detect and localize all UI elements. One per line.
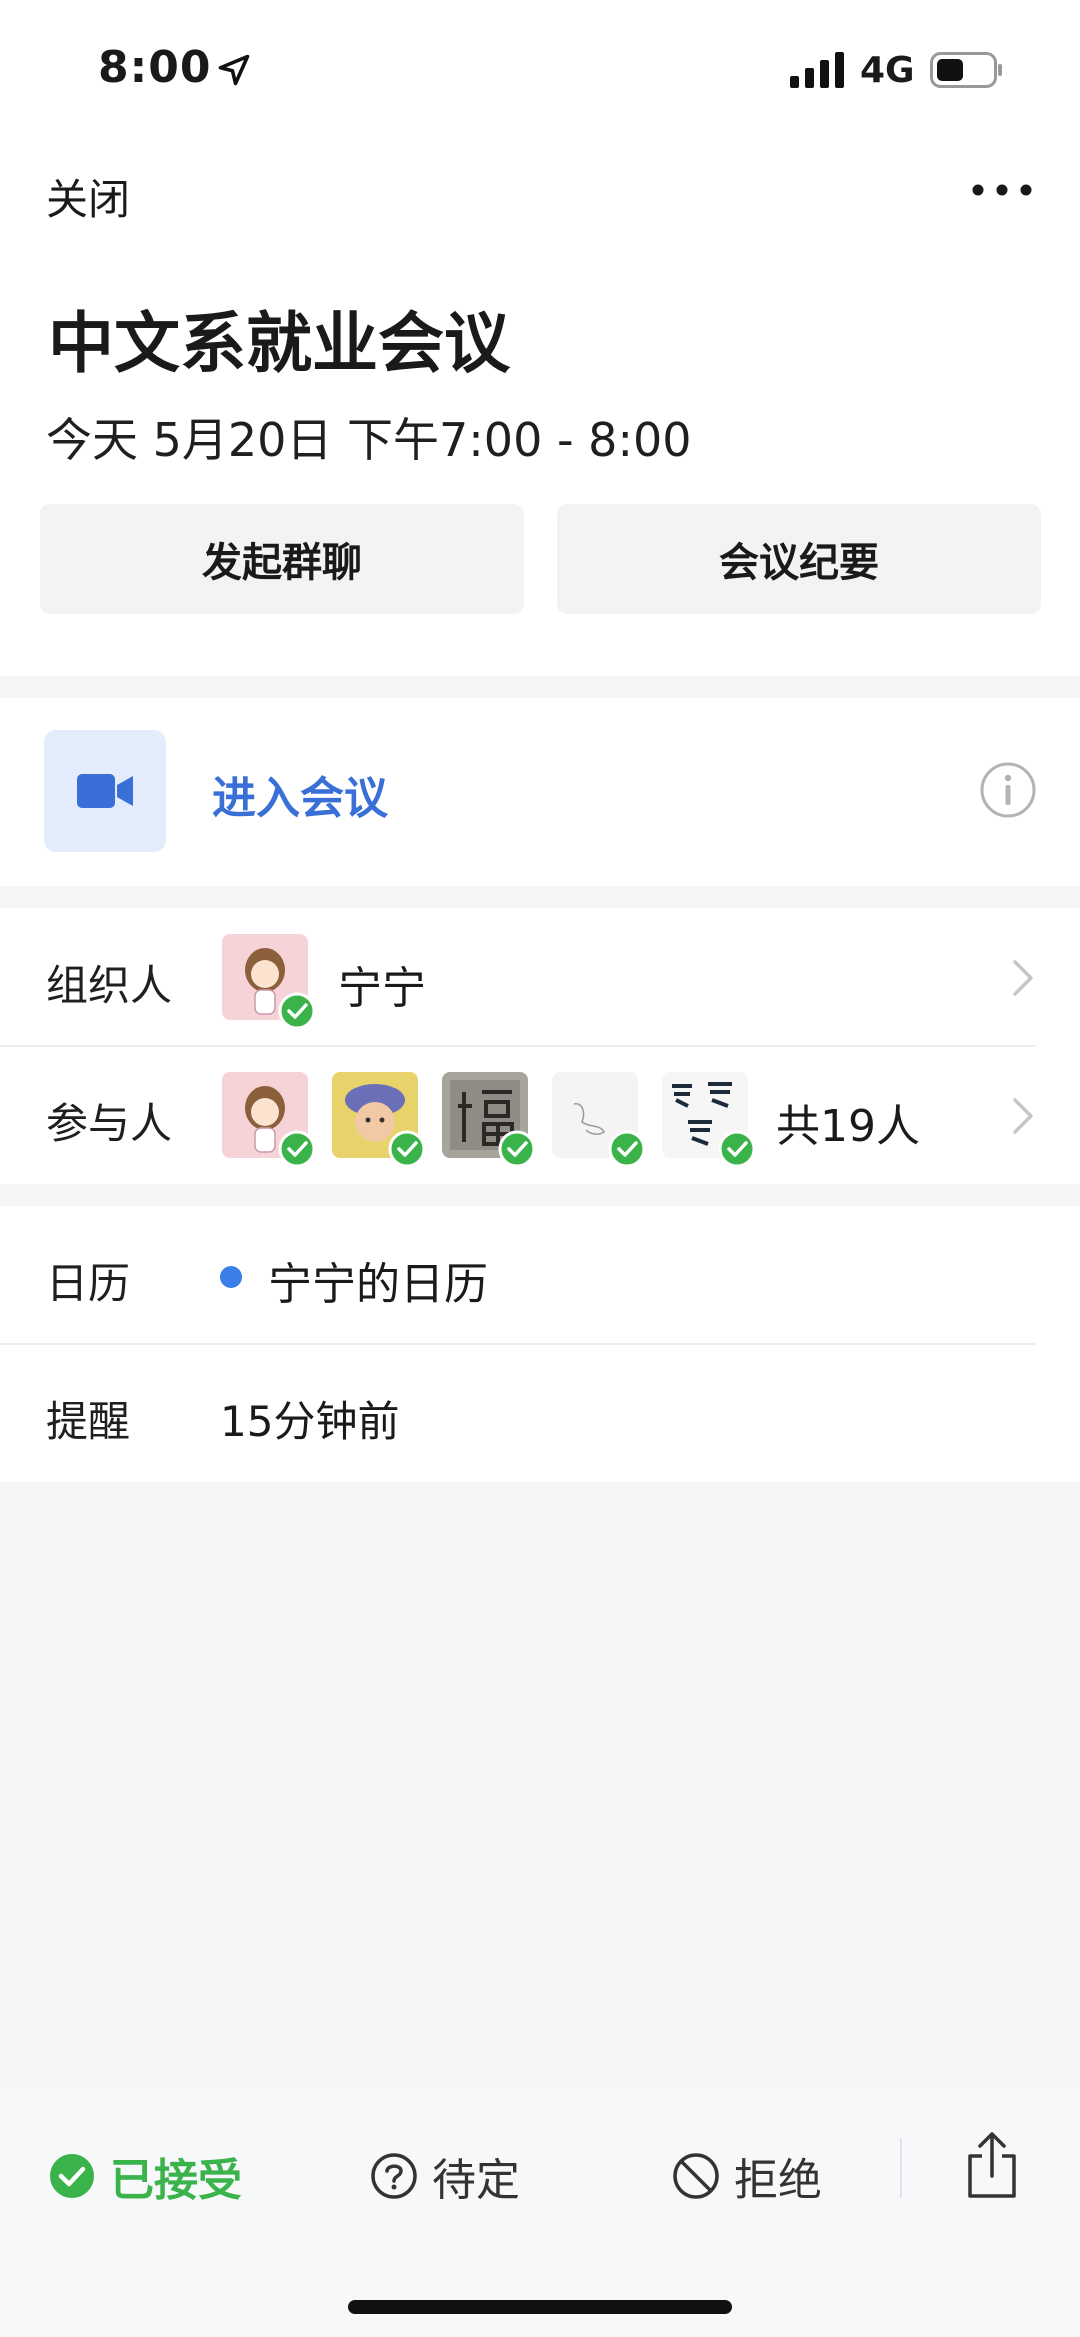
status-bar: 8:00 4G [0, 0, 1080, 130]
join-meeting-label: 进入会议 [212, 773, 388, 824]
prohibit-icon [673, 2153, 719, 2199]
meeting-title: 中文系就业会议 [48, 305, 510, 382]
calendar-value: 宁宁的日历 [268, 1259, 488, 1310]
tentative-label: 待定 [432, 2155, 520, 2206]
video-camera-icon [77, 774, 133, 808]
join-meeting-row[interactable]: 进入会议 [0, 698, 1080, 886]
check-circle-icon [50, 2154, 94, 2198]
divider [900, 2138, 902, 2198]
location-arrow-icon [218, 54, 250, 86]
reminder-row[interactable]: 提醒 15分钟前 [0, 1344, 1080, 1482]
avatar [222, 934, 316, 1030]
avatar [552, 1072, 646, 1168]
calendar-color-dot [220, 1266, 242, 1288]
attendee-count: 共19人 [776, 1101, 920, 1152]
accepted-check-icon [608, 1130, 646, 1168]
network-type: 4G [860, 50, 915, 91]
status-time: 8:00 [98, 42, 212, 93]
calendar-row[interactable]: 日历 宁宁的日历 [0, 1206, 1080, 1344]
signal-icon [790, 52, 844, 88]
rsvp-bar: 已接受 待定 拒绝 [0, 2090, 1080, 2337]
accepted-check-icon [498, 1130, 536, 1168]
chevron-right-icon [1013, 1098, 1033, 1134]
decline-button[interactable]: 拒绝 [672, 2144, 822, 2208]
organizer-row[interactable]: 组织人 宁宁 [0, 908, 1080, 1046]
more-options-icon[interactable] [970, 170, 1034, 210]
tentative-button[interactable]: 待定 [370, 2144, 520, 2208]
calendar-label: 日历 [46, 1259, 131, 1308]
meeting-minutes-button[interactable]: 会议纪要 [557, 504, 1041, 614]
organizer-name: 宁宁 [338, 963, 426, 1014]
close-button[interactable]: 关闭 [46, 166, 130, 227]
avatar [222, 1072, 316, 1168]
reminder-value: 15分钟前 [220, 1397, 400, 1446]
battery-icon [930, 52, 1002, 88]
avatar [662, 1072, 756, 1168]
accepted-check-icon [278, 992, 316, 1030]
home-indicator [348, 2300, 732, 2314]
avatar [332, 1072, 426, 1168]
attendees-label: 参与人 [46, 1099, 173, 1148]
question-circle-icon [371, 2153, 417, 2199]
accept-label: 已接受 [110, 2155, 242, 2206]
accepted-check-icon [718, 1130, 756, 1168]
attendees-row[interactable]: 参与人 共19人 [0, 1046, 1080, 1184]
details-section: 日历 宁宁的日历 提醒 15分钟前 [0, 1206, 1080, 1482]
chevron-right-icon [1013, 960, 1033, 996]
organizer-label: 组织人 [46, 961, 173, 1010]
accepted-check-icon [278, 1130, 316, 1168]
accept-button[interactable]: 已接受 [48, 2144, 242, 2208]
avatar [442, 1072, 536, 1168]
share-icon[interactable] [964, 2130, 1020, 2200]
meeting-datetime: 今天 5月20日 下午7:00 - 8:00 [46, 413, 692, 467]
video-tile [44, 730, 166, 852]
header-area: 8:00 4G 关闭 中文系就业会议 今天 5月20日 下午7:00 - 8:0… [0, 0, 1080, 676]
accepted-check-icon [388, 1130, 426, 1168]
people-section: 组织人 宁宁 参与人 共19人 [0, 908, 1080, 1184]
decline-label: 拒绝 [734, 2155, 822, 2206]
start-group-chat-button[interactable]: 发起群聊 [40, 504, 524, 614]
reminder-label: 提醒 [46, 1397, 131, 1446]
info-icon[interactable] [978, 760, 1038, 820]
